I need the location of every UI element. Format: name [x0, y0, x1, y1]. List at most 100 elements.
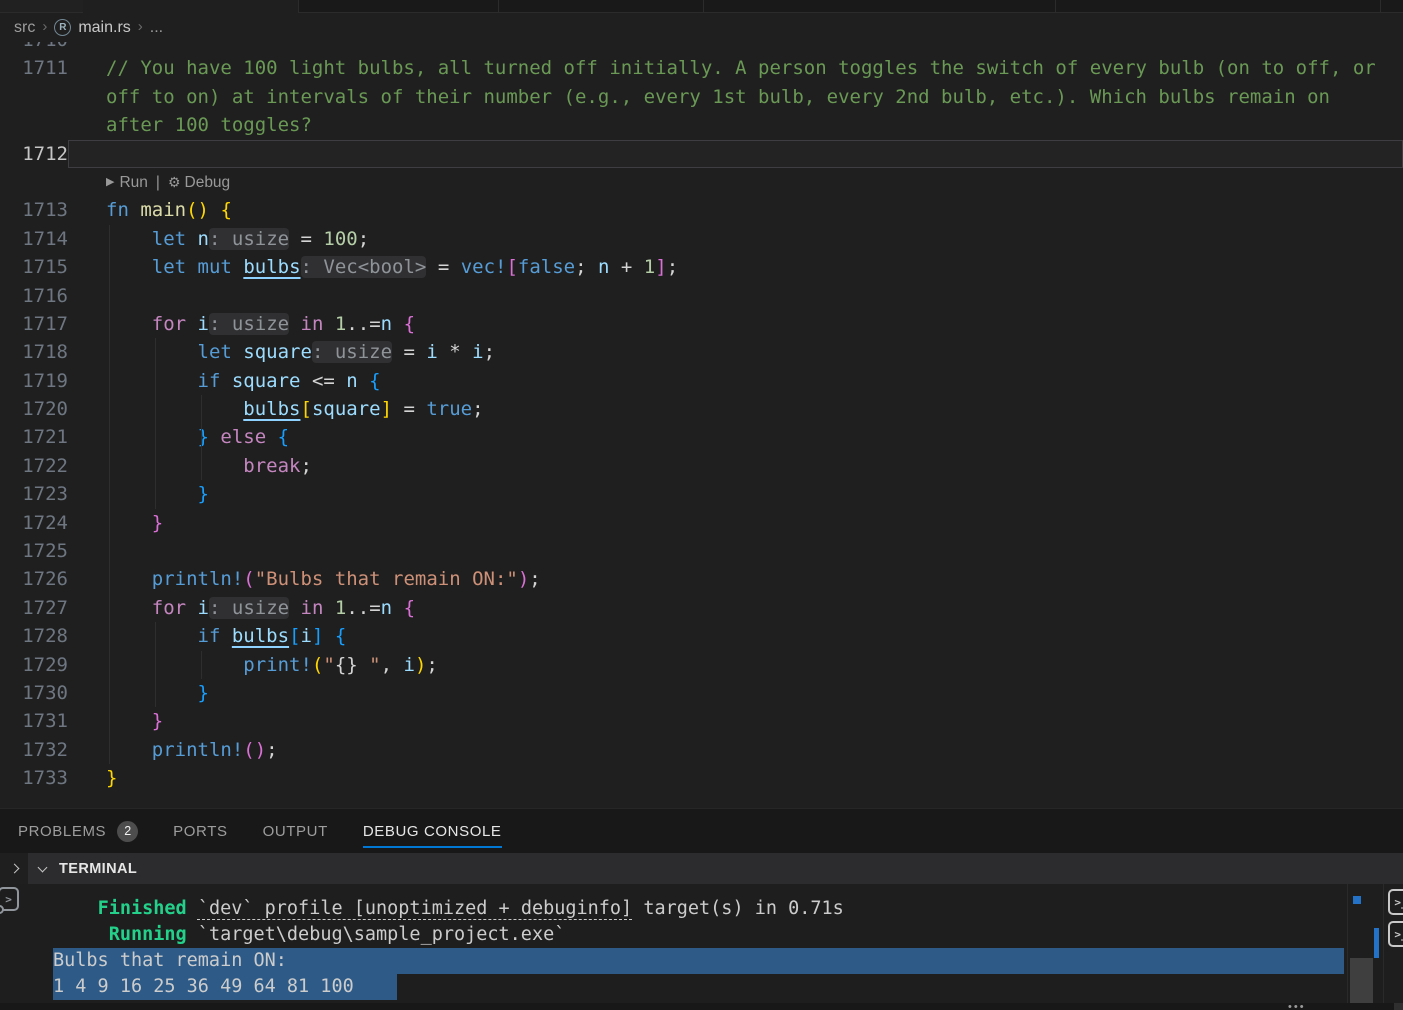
chevron-right-icon[interactable] [9, 863, 19, 874]
code-line[interactable]: 1714 let n: usize = 100; [0, 224, 1403, 254]
code-line[interactable]: ▶ Run | ⚙ Debug [0, 168, 1403, 196]
indent-guide [109, 622, 110, 651]
line-number: 1726 [22, 568, 68, 591]
code-line[interactable]: 1719 if square <= n { [0, 366, 1403, 396]
notification-dots-icon[interactable]: ••• [1288, 1001, 1306, 1010]
code-lens[interactable]: ▶ Run | ⚙ Debug [68, 168, 1403, 196]
terminal-output[interactable]: Finished `dev` profile [unoptimized + de… [0, 884, 1403, 1003]
code-line[interactable]: 1731 } [0, 707, 1403, 736]
code-token: in [300, 312, 324, 335]
code-text: } [68, 707, 1403, 735]
code-line[interactable]: 1716 [0, 281, 1403, 310]
terminal-instance-icon[interactable]: >_ [1388, 921, 1403, 947]
indent-guide [154, 480, 156, 509]
panel-collapse-strip[interactable] [0, 853, 28, 884]
line-number: 1727 [22, 596, 68, 619]
code-text: if square <= n { [68, 367, 1403, 395]
code-token: ) [517, 568, 530, 591]
indent-guide [109, 309, 110, 339]
code-token: 1 [334, 312, 347, 335]
indent-guide [109, 678, 110, 708]
code-line[interactable]: 1720 bulbs[square] = true; [0, 395, 1403, 424]
code-line[interactable]: 1728 if bulbs[i] { [0, 622, 1403, 651]
code-line[interactable]: 1713 fn main() { [0, 196, 1403, 224]
terminal-line[interactable]: 1 4 9 16 25 36 49 64 81 100 [0, 974, 1403, 1000]
panel-tab-bar: PROBLEMS 2 PORTS OUTPUT DEBUG CONSOLE [0, 808, 1403, 853]
code-token: " [323, 653, 335, 676]
terminal-instance-icon[interactable]: >_ [1388, 889, 1403, 915]
code-token: for [151, 596, 187, 619]
breadcrumb-symbol[interactable]: ... [150, 19, 163, 37]
code-line[interactable]: 1711 // You have 100 light bulbs, all tur… [0, 54, 1403, 82]
breadcrumb-folder[interactable]: src [14, 19, 35, 37]
code-line[interactable]: 1727 for i: usize in 1..=n { [0, 593, 1403, 623]
code-token: = [392, 341, 427, 364]
code-token: ] [655, 256, 667, 279]
code-line[interactable]: 1712 [0, 139, 1403, 168]
code-line[interactable]: 1729 print!("{} ", i); [0, 650, 1403, 679]
code-line[interactable]: 1723 } [0, 480, 1403, 509]
panel-tab-problems[interactable]: PROBLEMS 2 [18, 809, 139, 853]
codelens-run-link[interactable]: Run [119, 174, 147, 191]
code-token: ; [426, 653, 438, 676]
terminal-command-decoration-icon[interactable]: > [0, 887, 19, 914]
code-line[interactable]: 1730 } [0, 678, 1403, 708]
code-line[interactable]: 1717 for i: usize in 1..=n { [0, 309, 1403, 339]
code-line[interactable]: 1733} [0, 764, 1403, 792]
code-token: i [403, 653, 415, 676]
code-line[interactable]: 1722 break; [0, 451, 1403, 481]
editor-tab[interactable] [0, 0, 83, 12]
terminal-line[interactable]: Finished `dev` profile [unoptimized + de… [0, 896, 1403, 922]
code-token: : usize [311, 341, 393, 364]
code-token: i [300, 625, 312, 648]
code-token: { [403, 596, 416, 619]
code-line[interactable]: 1726 println!("Bulbs that remain ON:"); [0, 565, 1403, 594]
panel-tab-output[interactable]: OUTPUT [263, 809, 328, 853]
code-line[interactable]: 1718 let square: usize = i * i; [0, 338, 1403, 367]
code-line[interactable]: 1724 } [0, 508, 1403, 538]
code-line[interactable]: 1710 [0, 42, 1403, 54]
indent-guide [154, 678, 156, 708]
terminal-line[interactable]: Bulbs that remain ON: [0, 948, 1403, 974]
code-line[interactable]: 1715 let mut bulbs: Vec<bool> = vec![fal… [0, 253, 1403, 282]
code-line[interactable]: 1732 println!(); [0, 735, 1403, 765]
code-line[interactable]: 1721 } else { [0, 423, 1403, 452]
corner-fragment [1394, 1003, 1403, 1010]
chevron-down-icon[interactable] [37, 862, 48, 872]
editor-tab-active[interactable] [83, 0, 298, 13]
codelens-debug-link[interactable]: Debug [185, 174, 231, 191]
code-line[interactable]: 1725 [0, 537, 1403, 566]
code-token: : usize [209, 227, 290, 250]
indent-guide [154, 451, 156, 481]
code-token: [ [289, 625, 301, 648]
breadcrumb-file[interactable]: main.rs [78, 19, 130, 37]
panel-tab-ports[interactable]: PORTS [173, 809, 227, 853]
code-line[interactable]: after 100 toggles? [0, 111, 1403, 139]
scrollbar-thumb[interactable] [1350, 958, 1373, 1003]
code-token: , [380, 653, 404, 676]
terminal-line[interactable]: Running `target\debug\sample_project.exe… [0, 922, 1403, 948]
panel-tab-debug-console[interactable]: DEBUG CONSOLE [362, 809, 502, 853]
line-number: 1729 [22, 653, 68, 676]
code-token: } [106, 767, 118, 790]
code-line[interactable]: off to on) at intervals of their number … [0, 83, 1403, 111]
code-token: { [220, 199, 232, 222]
code-token: n [598, 256, 610, 279]
code-editor[interactable]: 1710 1711 // You have 100 light bulbs, all… [0, 42, 1403, 808]
breadcrumb: src › R main.rs › ... [0, 13, 1403, 42]
panel-tab-label: PROBLEMS [18, 822, 107, 840]
code-token: ; [666, 256, 679, 279]
code-token: i [197, 596, 209, 619]
scrollbar-selection-marker [1353, 896, 1361, 904]
indent-guide [109, 423, 110, 452]
codelens-separator: | [155, 173, 160, 191]
terminal-section-label[interactable]: TERMINAL [59, 861, 137, 877]
code-token: n [380, 596, 393, 619]
